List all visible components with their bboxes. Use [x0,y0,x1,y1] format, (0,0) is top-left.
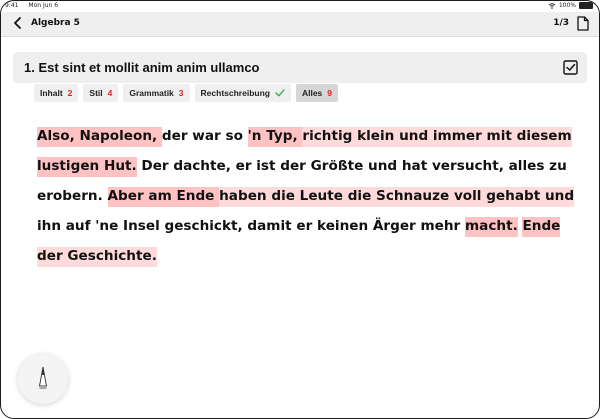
back-chevron-icon[interactable] [11,16,25,30]
highlighted-phrase[interactable]: Ende [522,217,561,237]
highlighted-phrase[interactable]: haben die Leute die Schnauze voll gehabt… [219,187,575,207]
text-line: Also, Napoleon, der war so 'n Typ, richt… [37,121,572,151]
device-frame: 9:41 Mon Jun 6 100% Algebra 5 1/3 1. Est… [0,0,600,419]
tab-label: Stil [89,88,103,98]
tab-inhalt[interactable]: Inhalt 2 [34,84,79,102]
highlighted-phrase[interactable]: richtig klein und immer mit diesem [302,127,572,147]
battery-icon [579,2,593,9]
essay-text: Also, Napoleon, der war so 'n Typ, richt… [37,121,575,271]
question-header: 1. Est sint et mollit anim anim ullamco [13,52,587,83]
highlighted-phrase[interactable]: lustigen Hut. [37,157,137,177]
tab-count: 3 [178,88,184,98]
text-line: erobern. Aber am Ende haben die Leute di… [37,181,575,211]
status-bar: 9:41 Mon Jun 6 100% [1,1,599,11]
pencil-button[interactable] [18,354,68,404]
text-line: lustigen Hut. Der dachte, er ist der Grö… [37,151,567,181]
tab-label: Alles [301,88,323,98]
highlighted-phrase[interactable]: 'n Typ, [247,127,303,147]
status-date: Mon Jun 6 [28,2,59,9]
text-segment: ihn auf 'ne Insel geschickt, damit er ke… [37,218,465,234]
nav-title: Algebra 5 [31,18,80,28]
tab-count: 4 [107,88,113,98]
tab-rechtschreibung[interactable]: Rechtschreibung [194,84,291,102]
tab-alles[interactable]: Alles 9 [295,84,339,102]
question-title: 1. Est sint et mollit anim anim ullamco [24,60,260,75]
document-icon[interactable] [577,16,589,31]
status-time: 9:41 [5,2,19,9]
navigation-bar: Algebra 5 1/3 [1,12,599,37]
tab-stil[interactable]: Stil 4 [83,84,119,102]
checkbox-checked-icon[interactable] [562,59,579,76]
text-segment: erobern. [37,188,108,204]
page-counter: 1/3 [553,18,569,28]
text-segment: Der dachte, er ist der Größte und hat ve… [136,158,567,174]
highlighted-phrase[interactable]: Also, Napoleon, [37,127,162,147]
tab-label: Rechtschreibung [200,88,270,98]
tab-count: 2 [67,88,73,98]
highlighted-phrase[interactable]: macht. [465,217,518,237]
battery-percent: 100% [558,2,576,9]
highlighted-phrase[interactable]: der Geschichte. [37,247,157,267]
text-segment: der war so [161,128,248,144]
text-line: der Geschichte. [37,241,567,271]
pencil-icon [38,366,48,389]
highlighted-phrase[interactable]: Aber am Ende [107,187,220,207]
tab-label: Grammatik [129,88,174,98]
tab-count: 9 [327,88,333,98]
wifi-icon [548,2,556,9]
category-tabs: Inhalt 2 Stil 4 Grammatik 3 Rechtschreib… [34,84,339,102]
text-line: ihn auf 'ne Insel geschickt, damit er ke… [37,211,567,241]
tab-label: Inhalt [40,88,63,98]
tab-grammatik[interactable]: Grammatik 3 [123,84,190,102]
checkmark-icon [275,89,285,97]
